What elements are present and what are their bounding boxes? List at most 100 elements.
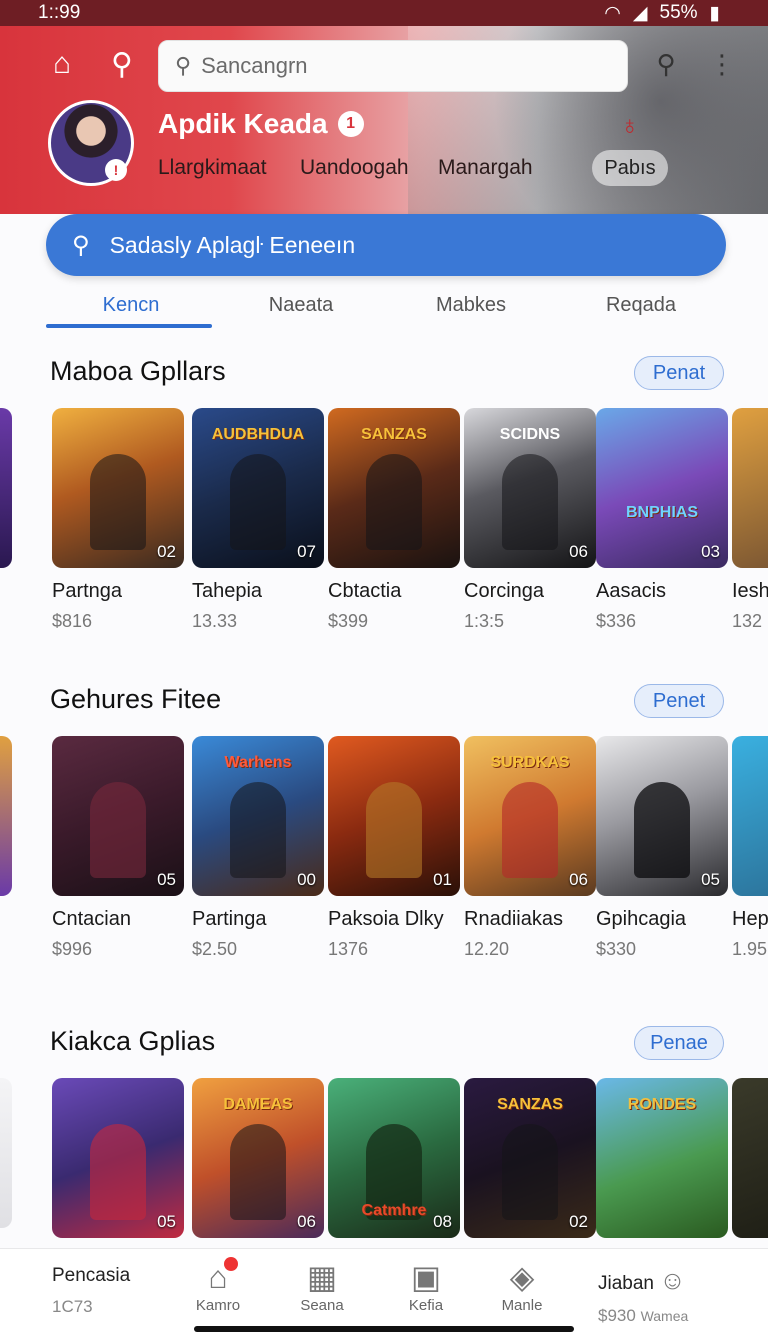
main-search-placeholder: Sadasly Aplagŀ Eeneeın	[109, 231, 356, 258]
game-card[interactable]: 05	[52, 1078, 184, 1238]
game-thumbnail: RONDES	[596, 1078, 728, 1238]
game-price: 13.33	[192, 611, 238, 631]
nav-library[interactable]: ▣ Kefia	[386, 1257, 466, 1314]
tab-bar: Kencn Naeata Mabkes Reqada	[46, 288, 726, 330]
game-thumbnail: 02	[52, 408, 184, 568]
nav-right-stat[interactable]: Jiaban ☺ $930 Wamea	[598, 1265, 688, 1326]
search-icon[interactable]: ⚲	[102, 44, 142, 84]
username: Apdik Keada 1	[158, 108, 364, 140]
home-indicator[interactable]	[194, 1326, 574, 1332]
game-price: 1376	[328, 939, 369, 959]
grid-icon: ▦	[306, 1259, 338, 1295]
status-time: 1::99	[38, 2, 81, 23]
game-price: 1.95	[732, 939, 768, 959]
tab-naeata[interactable]: Naeata	[216, 288, 386, 330]
game-card-partial[interactable]: Iesh 132	[732, 408, 768, 632]
notification-icon[interactable]: ♁	[620, 110, 640, 141]
main-search-bar[interactable]: ⚲ Sadasly Aplagŀ Eeneeın	[46, 214, 726, 276]
game-card-partial[interactable]: Hep 1.95	[732, 736, 768, 960]
nav-search[interactable]: ▦ Seana	[282, 1257, 362, 1314]
user-badge: 1	[337, 111, 364, 137]
game-thumbnail: 05	[52, 736, 184, 896]
stat-1[interactable]: Llargkimaat	[158, 156, 267, 180]
pill-button[interactable]: Pabıs	[592, 150, 668, 186]
section-more-button[interactable]: Penae	[634, 1026, 724, 1060]
game-thumbnail: 01	[328, 736, 460, 896]
game-price: $816	[52, 611, 93, 631]
game-card[interactable]: 02 Partnga $816	[52, 408, 184, 632]
game-card[interactable]: SANZAS 02	[464, 1078, 596, 1238]
nav-explore[interactable]: ◈ Manle	[482, 1257, 562, 1314]
game-thumbnail: SURDKAS 06	[464, 736, 596, 896]
game-card[interactable]: SURDKAS 06 Rnadiiakas 12.20	[464, 736, 596, 960]
game-card[interactable]: 05 Gpihcagia $330	[596, 736, 728, 960]
game-card-partial[interactable]	[732, 1078, 768, 1238]
battery-icon: ▮	[709, 2, 720, 24]
game-thumbnail: Warhens 00	[192, 736, 324, 896]
game-price: 132	[732, 611, 763, 631]
game-name: Hep	[732, 908, 768, 930]
search-input[interactable]: ⚲ Sancangrn	[158, 40, 628, 92]
battery-percent: 55%	[659, 2, 698, 23]
game-thumbnail: 05	[52, 1078, 184, 1238]
game-thumbnail	[732, 736, 768, 896]
game-thumbnail: Catmhre 08	[328, 1078, 460, 1238]
game-price: $2.50	[192, 939, 238, 959]
game-card[interactable]: 01 Paksoia Dlky 1376	[328, 736, 460, 960]
profile-icon: ☺	[659, 1265, 686, 1295]
stat-2[interactable]: Uandoogah	[300, 156, 409, 180]
game-thumbnail: SCIDNS 06	[464, 408, 596, 568]
game-name: Iesh	[732, 580, 768, 602]
game-card[interactable]: SANZAS Cbtactia $399	[328, 408, 460, 632]
game-name: Aasacis	[596, 580, 667, 602]
section-more-button[interactable]: Penat	[634, 356, 724, 390]
game-card[interactable]: Catmhre 08	[328, 1078, 460, 1238]
tab-mabkes[interactable]: Mabkes	[386, 288, 556, 330]
status-bar: 1::99 ◠ ◢ 55% ▮	[0, 0, 768, 26]
more-icon[interactable]: ⋮	[702, 44, 742, 84]
compass-icon: ◈	[509, 1259, 535, 1295]
game-card[interactable]: SCIDNS 06 Corcinga 1:3:5	[464, 408, 596, 632]
game-price: 1:3:5	[464, 611, 505, 631]
game-thumbnail: BNPHIAS 03	[596, 408, 728, 568]
game-thumbnail: SANZAS 02	[464, 1078, 596, 1238]
game-thumbnail: 05	[596, 736, 728, 896]
game-name: Gpihcagia	[596, 908, 687, 930]
tab-kencn[interactable]: Kencn	[46, 288, 216, 330]
game-name: Corcinga	[464, 580, 545, 602]
library-icon: ▣	[410, 1259, 442, 1295]
section-title: Kiakca Gplias	[50, 1026, 216, 1056]
avatar[interactable]: !	[48, 100, 134, 186]
game-card[interactable]: DAMEAS 06	[192, 1078, 324, 1238]
game-card[interactable]: 05 Cntacian $996	[52, 736, 184, 960]
search-icon: ⚲	[175, 53, 192, 78]
game-thumbnail: AUDBHDUA 07	[192, 408, 324, 568]
search-icon[interactable]: ⚲	[646, 44, 686, 84]
game-card[interactable]: BNPHIAS 03 Aasacis $336	[596, 408, 728, 632]
game-card[interactable]: Warhens 00 Partinga $2.50	[192, 736, 324, 960]
section-title: Maboa Gpllars	[50, 356, 226, 386]
game-price: 12.20	[464, 939, 510, 959]
game-name: Paksoia Dlky	[328, 908, 444, 930]
search-icon: ⚲	[72, 231, 90, 259]
signal-icon: ◢	[632, 2, 648, 24]
section-more-button[interactable]: Penet	[634, 684, 724, 718]
home-icon[interactable]: ⌂	[42, 44, 82, 84]
game-name: Partnga	[52, 580, 123, 602]
card-edge-left[interactable]	[0, 1078, 12, 1228]
tab-reqada[interactable]: Reqada	[556, 288, 726, 330]
nav-home[interactable]: ⌂ Kamro	[178, 1257, 258, 1314]
game-price: $336	[596, 611, 637, 631]
game-thumbnail	[732, 1078, 768, 1238]
avatar-status-badge: !	[105, 159, 127, 181]
game-price: $996	[52, 939, 93, 959]
search-placeholder: Sancangrn	[201, 53, 308, 78]
nav-left-stat: Pencasia 1C73	[52, 1265, 131, 1316]
game-card[interactable]: RONDES	[596, 1078, 728, 1238]
card-edge-left[interactable]	[0, 408, 12, 568]
profile-header: ⌂ ⚲ ⚲ Sancangrn ⚲ ⋮ ! Apdik Keada 1 Llar…	[0, 26, 768, 214]
section-title: Gehures Fitee	[50, 684, 222, 714]
game-card[interactable]: AUDBHDUA 07 Tahepia 13.33	[192, 408, 324, 632]
stat-3[interactable]: Manargah	[438, 156, 533, 180]
card-edge-left[interactable]	[0, 736, 12, 896]
